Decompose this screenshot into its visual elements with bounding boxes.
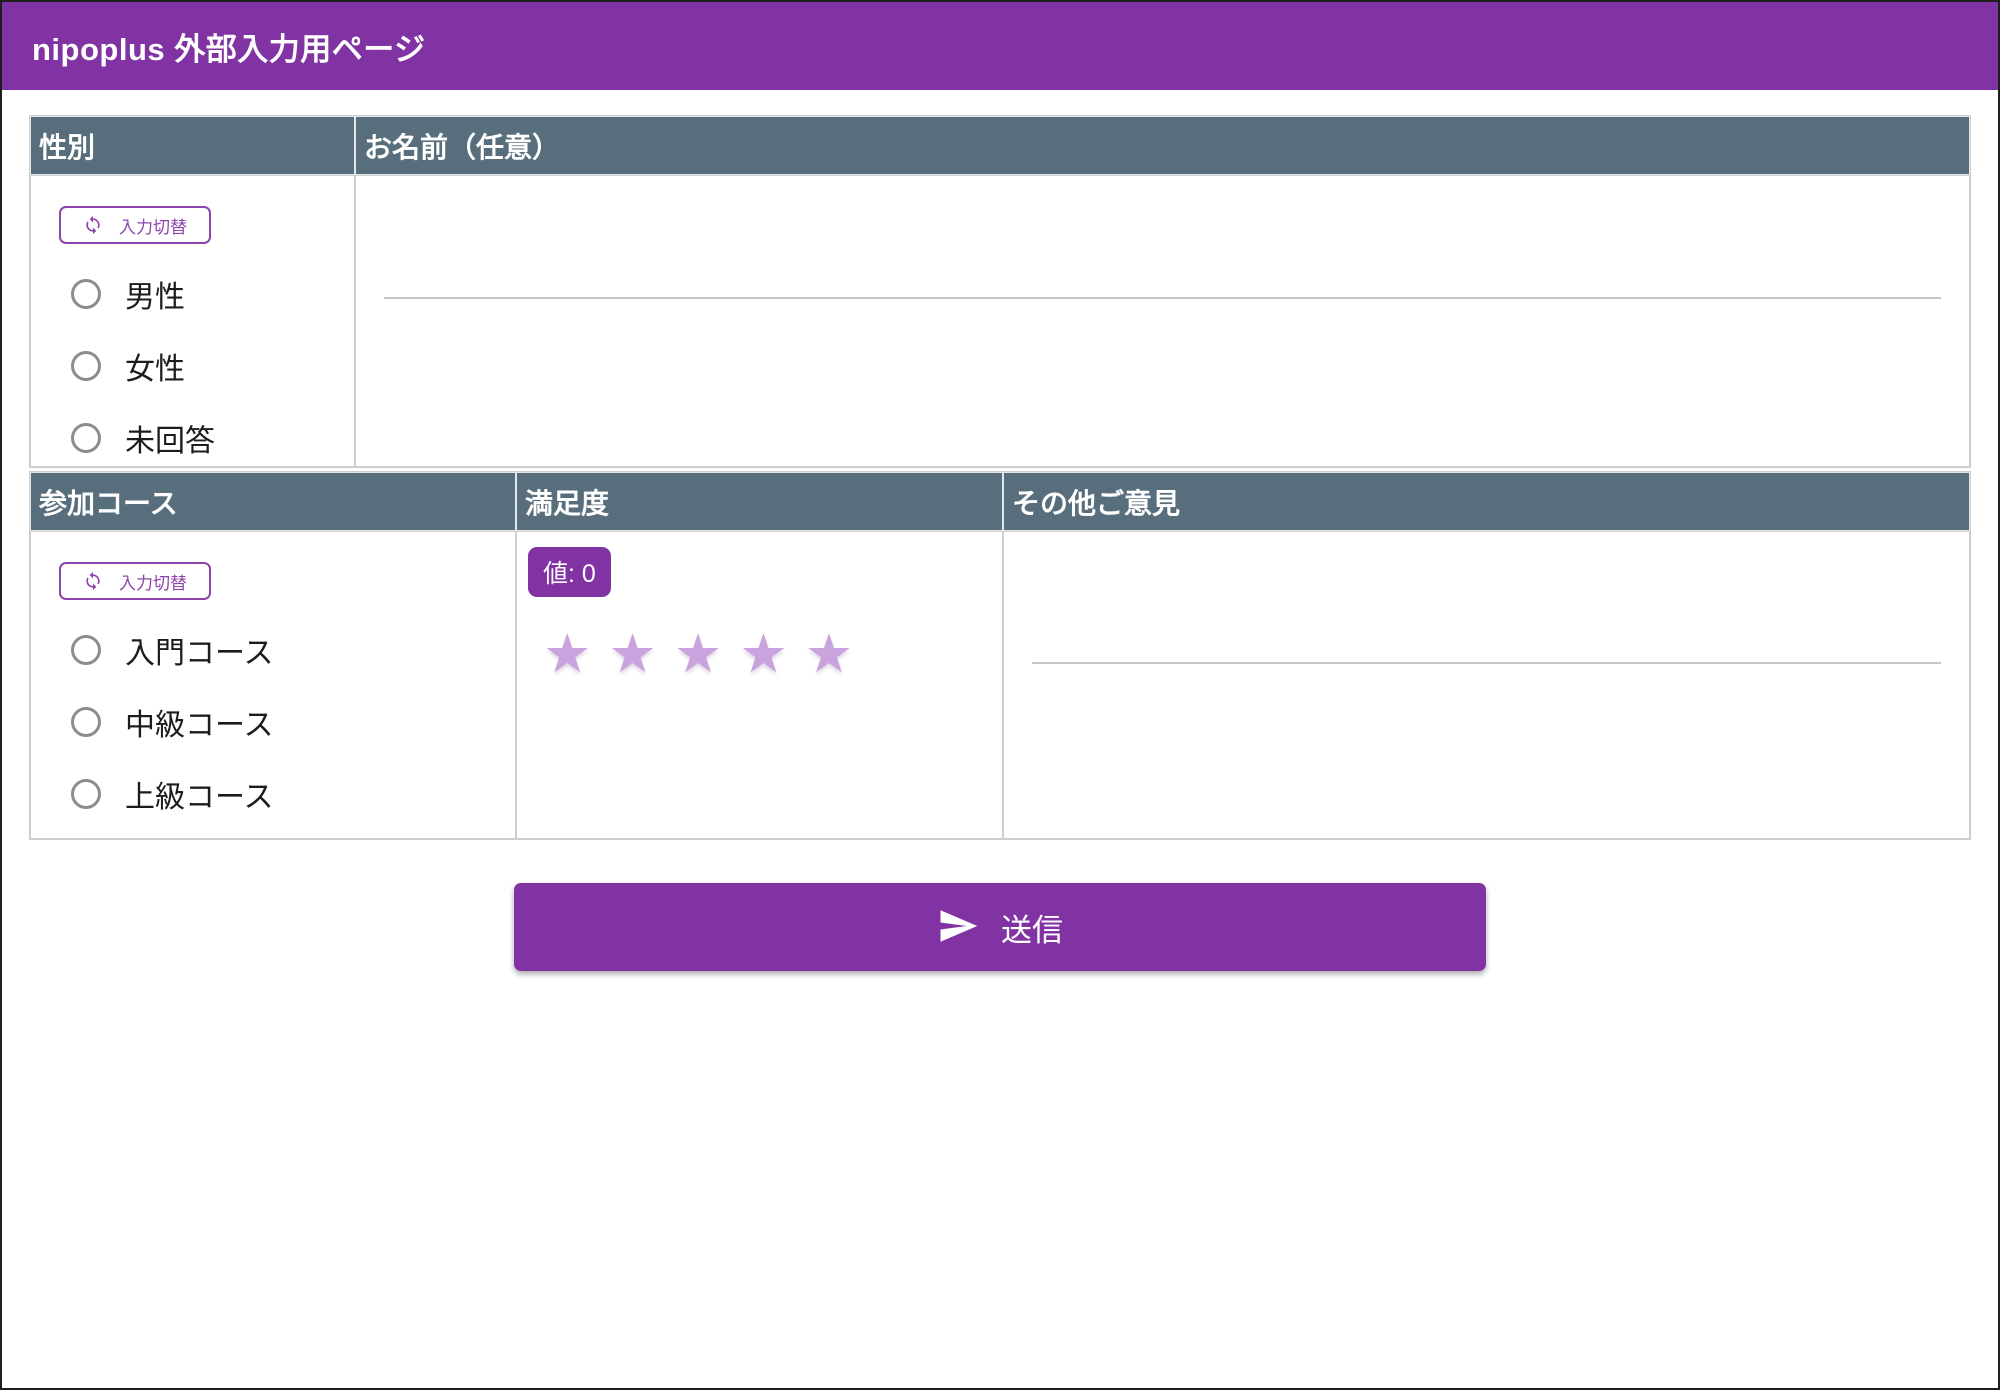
toggle-label: 入力切替 bbox=[119, 213, 187, 238]
gender-option-male[interactable]: 男性 bbox=[71, 272, 354, 316]
satisfaction-header: 満足度 bbox=[517, 473, 1002, 530]
radio-button[interactable] bbox=[71, 707, 101, 737]
course-option-intermediate[interactable]: 中級コース bbox=[71, 700, 515, 744]
table-gender-name: 性別 お名前（任意） 入力切替 男性 女性 bbox=[29, 115, 1971, 468]
radio-button[interactable] bbox=[71, 423, 101, 453]
submit-label: 送信 bbox=[1001, 905, 1063, 950]
opinion-cell bbox=[1004, 532, 1969, 838]
gender-option-female[interactable]: 女性 bbox=[71, 344, 354, 388]
sync-icon bbox=[83, 215, 103, 235]
gender-input-toggle-button[interactable]: 入力切替 bbox=[59, 206, 211, 244]
submit-button[interactable]: 送信 bbox=[514, 883, 1486, 971]
star-icon[interactable]: ★ bbox=[805, 627, 853, 681]
course-header: 参加コース bbox=[31, 473, 515, 530]
name-cell bbox=[356, 176, 1969, 466]
send-icon bbox=[937, 905, 979, 950]
radio-button[interactable] bbox=[71, 279, 101, 309]
name-input[interactable] bbox=[384, 251, 1941, 299]
radio-button[interactable] bbox=[71, 779, 101, 809]
radio-label: 男性 bbox=[125, 272, 185, 316]
radio-label: 女性 bbox=[125, 344, 185, 388]
opinion-header: その他ご意見 bbox=[1004, 473, 1969, 530]
course-input-toggle-button[interactable]: 入力切替 bbox=[59, 562, 211, 600]
satisfaction-value-badge: 値: 0 bbox=[528, 547, 611, 597]
star-rating: ★ ★ ★ ★ ★ bbox=[543, 627, 1002, 681]
form-area: 性別 お名前（任意） 入力切替 男性 女性 bbox=[2, 90, 1998, 971]
course-cell: 入力切替 入門コース 中級コース 上級コース bbox=[31, 532, 515, 838]
gender-header: 性別 bbox=[31, 117, 354, 174]
radio-label: 入門コース bbox=[125, 628, 274, 672]
radio-label: 上級コース bbox=[125, 772, 274, 816]
star-icon[interactable]: ★ bbox=[608, 627, 656, 681]
radio-button[interactable] bbox=[71, 351, 101, 381]
course-option-advanced[interactable]: 上級コース bbox=[71, 772, 515, 816]
submit-row: 送信 bbox=[29, 883, 1971, 971]
star-icon[interactable]: ★ bbox=[674, 627, 722, 681]
name-header: お名前（任意） bbox=[356, 117, 1969, 174]
radio-label: 未回答 bbox=[125, 416, 215, 460]
table-course-satisfaction-opinion: 参加コース 満足度 その他ご意見 入力切替 入門コース bbox=[29, 471, 1971, 840]
course-option-beginner[interactable]: 入門コース bbox=[71, 628, 515, 672]
star-icon[interactable]: ★ bbox=[739, 627, 787, 681]
star-icon[interactable]: ★ bbox=[543, 627, 591, 681]
gender-cell: 入力切替 男性 女性 未回答 bbox=[31, 176, 354, 466]
page-title: nipoplus 外部入力用ページ bbox=[32, 24, 426, 69]
radio-button[interactable] bbox=[71, 635, 101, 665]
sync-icon bbox=[83, 571, 103, 591]
app-header: nipoplus 外部入力用ページ bbox=[2, 2, 1998, 90]
opinion-input[interactable] bbox=[1032, 616, 1941, 664]
gender-option-no-answer[interactable]: 未回答 bbox=[71, 416, 354, 460]
satisfaction-cell: 値: 0 ★ ★ ★ ★ ★ bbox=[517, 532, 1002, 838]
radio-label: 中級コース bbox=[125, 700, 274, 744]
page: nipoplus 外部入力用ページ 性別 お名前（任意） 入力切替 男性 bbox=[0, 0, 2000, 1390]
toggle-label: 入力切替 bbox=[119, 569, 187, 594]
